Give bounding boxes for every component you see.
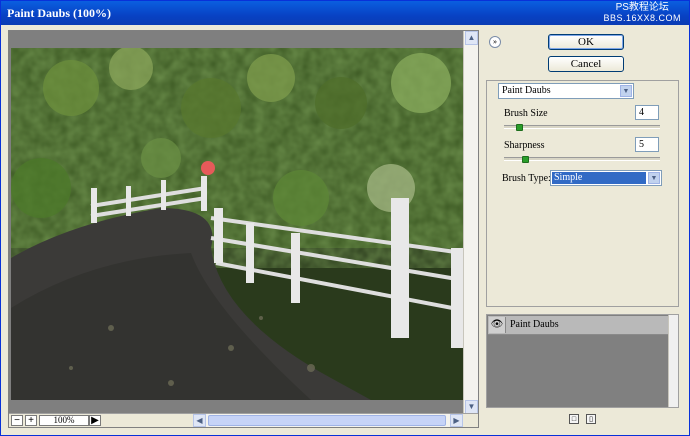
- brush-type-value: Simple: [552, 172, 646, 184]
- sharpness-label: Sharpness: [504, 140, 545, 151]
- preview-vertical-scrollbar[interactable]: ▲ ▼: [463, 31, 478, 414]
- cancel-button[interactable]: Cancel: [548, 56, 624, 72]
- effect-layer-row[interactable]: 👁 Paint Daubs: [488, 316, 668, 335]
- preview-panel: ▲ ▼ − + 100% ▶ ◀ ▶: [8, 30, 479, 428]
- effect-layers-panel: 👁 Paint Daubs: [486, 314, 679, 408]
- chevron-down-icon[interactable]: ▼: [620, 85, 632, 97]
- brush-size-slider-thumb[interactable]: [516, 124, 523, 131]
- ok-button[interactable]: OK: [548, 34, 624, 50]
- window-title: Paint Daubs (100%): [7, 6, 112, 20]
- sharpness-slider[interactable]: [504, 156, 660, 163]
- zoom-in-button[interactable]: +: [25, 415, 37, 426]
- new-effect-layer-icon[interactable]: □: [569, 414, 579, 424]
- chevron-double-down-icon[interactable]: »: [489, 36, 501, 48]
- sharpness-slider-thumb[interactable]: [522, 156, 529, 163]
- brush-size-slider[interactable]: [504, 124, 660, 131]
- filter-dialog-window: Paint Daubs (100%) PS教程论坛 BBS.16XX8.COM: [0, 0, 690, 436]
- filter-select[interactable]: Paint Daubs ▼: [498, 83, 634, 99]
- effect-layer-name: Paint Daubs: [510, 319, 559, 330]
- eye-icon[interactable]: 👁: [489, 317, 506, 333]
- watermark-line-2: BBS.16XX8.COM: [603, 13, 681, 23]
- scroll-up-arrow[interactable]: ▲: [465, 31, 478, 45]
- watermark-line-1: PS教程论坛: [615, 2, 669, 13]
- brush-type-select[interactable]: Simple ▼: [550, 170, 662, 186]
- watermark: PS教程论坛 BBS.16XX8.COM: [603, 2, 681, 24]
- preview-image[interactable]: [11, 48, 463, 400]
- zoom-menu-button[interactable]: ▶: [89, 415, 101, 426]
- scroll-left-arrow[interactable]: ◀: [193, 414, 206, 427]
- chevron-down-icon[interactable]: ▼: [648, 172, 660, 184]
- brush-type-label: Brush Type:: [502, 173, 551, 184]
- layers-scrollbar[interactable]: [668, 315, 678, 407]
- title-bar: Paint Daubs (100%) PS教程论坛 BBS.16XX8.COM: [1, 1, 689, 25]
- preview-horizontal-scrollbar[interactable]: ◀ ▶: [193, 414, 463, 427]
- zoom-value[interactable]: 100%: [39, 415, 89, 426]
- scroll-right-arrow[interactable]: ▶: [450, 414, 463, 427]
- zoom-out-button[interactable]: −: [11, 415, 23, 426]
- horizontal-scroll-thumb[interactable]: [208, 415, 446, 426]
- filter-settings-panel: Paint Daubs ▼ Brush Size 4 Sharpness 5 B…: [486, 80, 679, 307]
- trash-icon[interactable]: ▯: [586, 414, 596, 424]
- preview-bottom-bar: − + 100% ▶ ◀ ▶: [9, 413, 478, 427]
- filter-select-value: Paint Daubs: [502, 85, 551, 96]
- brush-size-input[interactable]: 4: [635, 105, 659, 120]
- brush-size-label: Brush Size: [504, 108, 548, 119]
- scroll-down-arrow[interactable]: ▼: [465, 400, 478, 414]
- sharpness-input[interactable]: 5: [635, 137, 659, 152]
